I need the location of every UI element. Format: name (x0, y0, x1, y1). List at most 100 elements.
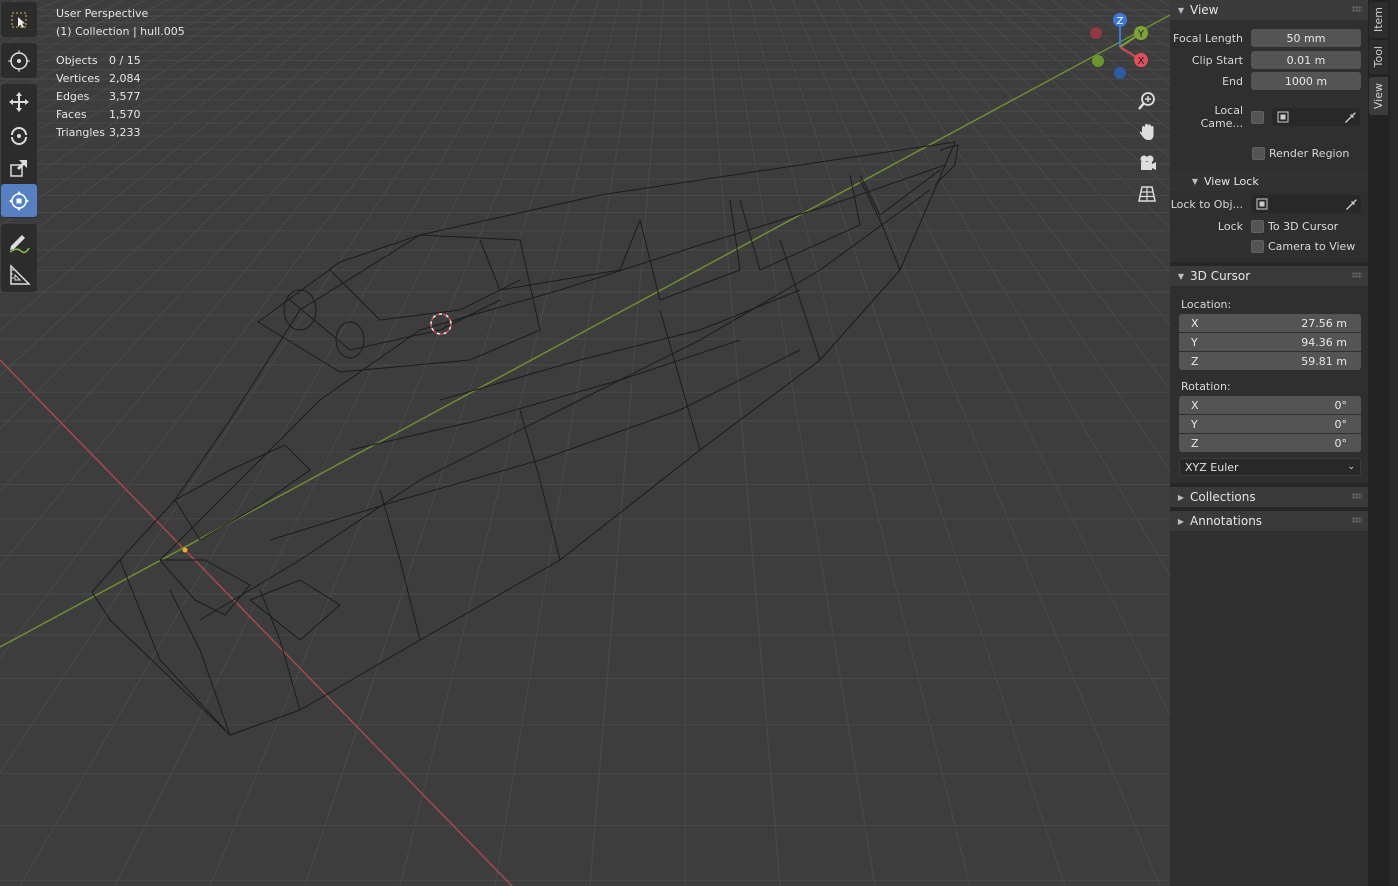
lock-to-3d-cursor-label: To 3D Cursor (1268, 219, 1339, 233)
measure-ruler-icon (10, 263, 31, 285)
eyedropper-icon[interactable] (1343, 197, 1357, 211)
scale-icon (10, 159, 27, 177)
location-y-field[interactable]: Y 94.36 m (1179, 333, 1361, 351)
expand-triangle-icon: ▼ (1191, 176, 1199, 186)
drag-grip-icon[interactable] (1352, 272, 1362, 278)
axis-label: Z (1191, 436, 1199, 450)
axis-value: 0° (1334, 398, 1348, 412)
clip-end-label: End (1222, 74, 1243, 88)
tool-shelf (0, 0, 38, 298)
eyedropper-icon[interactable] (1342, 110, 1356, 124)
cursor-icon (8, 49, 30, 72)
rotation-y-field[interactable]: Y 0° (1179, 415, 1361, 433)
3d-cursor-panel-body: Location: X 27.56 m Y 94.36 m Z 59.81 m Rot… (1170, 286, 1368, 483)
panel-title: Annotations (1190, 514, 1263, 528)
grid-perspective-icon (1138, 186, 1156, 202)
location-z-field[interactable]: Z 59.81 m (1179, 352, 1361, 370)
collections-panel-header[interactable]: ▶ Collections (1170, 487, 1368, 507)
tab-item-label: Item (1372, 7, 1385, 33)
location-label: Location: (1181, 297, 1232, 311)
stat-label: Vertices (56, 72, 100, 85)
gizmo-neg-z-handle[interactable] (1114, 67, 1126, 79)
lock-to-object-field[interactable] (1251, 195, 1361, 213)
measure-tool[interactable] (1, 258, 37, 291)
perspective-toggle-button[interactable] (1134, 181, 1160, 207)
clip-start-field[interactable]: 0.01 m (1251, 51, 1361, 69)
3d-cursor-panel-header[interactable]: ▼ 3D Cursor (1170, 266, 1368, 286)
zoom-button[interactable] (1134, 88, 1160, 114)
annotations-panel-header[interactable]: ▶ Annotations (1170, 511, 1368, 531)
gizmo-neg-y-handle[interactable] (1092, 55, 1104, 67)
scene-statistics: Objects 0 / 15 Vertices 2,084 Edges 3,577 F… (56, 52, 185, 142)
view-panel-body: Focal Length 50 mm Clip Start 0.01 m End… (1170, 20, 1368, 171)
stat-label: Edges (56, 90, 90, 103)
move-tool[interactable] (1, 85, 37, 118)
axis-value: 0° (1334, 417, 1348, 431)
annotate-tool[interactable] (1, 225, 37, 258)
view-lock-panel-header[interactable]: ▼ View Lock (1170, 171, 1368, 191)
stat-row: Triangles 3,233 (56, 124, 185, 142)
lock-to-3d-cursor-checkbox[interactable] (1251, 219, 1264, 233)
tab-view[interactable]: View (1369, 77, 1388, 115)
pan-button[interactable] (1134, 119, 1160, 145)
drag-grip-icon[interactable] (1352, 493, 1362, 499)
scale-tool[interactable] (1, 151, 37, 184)
transform-icon (9, 190, 29, 211)
viewport-info-overlay: User Perspective (1) Collection | hull.0… (56, 5, 185, 142)
location-x-field[interactable]: X 27.56 m (1179, 314, 1361, 332)
rotation-x-field[interactable]: X 0° (1179, 396, 1361, 414)
clip-start-label: Clip Start (1191, 53, 1243, 67)
panel-title: 3D Cursor (1190, 269, 1251, 283)
rotate-tool[interactable] (1, 118, 37, 151)
drag-grip-icon[interactable] (1352, 6, 1362, 12)
rotate-icon (11, 126, 27, 145)
stat-value: 0 / 15 (109, 54, 141, 67)
rotation-mode-value: XYZ Euler (1185, 460, 1239, 474)
axis-label: Y (1191, 417, 1198, 431)
camera-to-view-checkbox[interactable] (1251, 239, 1264, 253)
rotation-z-field[interactable]: Z 0° (1179, 434, 1361, 452)
navigation-gizmo[interactable]: Z Y X (1086, 10, 1156, 82)
drag-grip-icon[interactable] (1352, 517, 1362, 523)
sidebar-tabs: Item Tool View (1368, 0, 1390, 886)
annotate-pencil-icon (9, 234, 30, 253)
camera-view-button[interactable] (1134, 150, 1160, 176)
tab-item[interactable]: Item (1369, 2, 1388, 38)
gizmo-y-label: Y (1137, 29, 1145, 40)
x-axis-line (0, 359, 513, 886)
object-origin-dot (182, 547, 188, 553)
transform-tool[interactable] (1, 184, 37, 217)
collapsed-triangle-icon: ▶ (1177, 492, 1185, 502)
viewport-scene[interactable] (0, 0, 1370, 886)
local-camera-checkbox[interactable] (1251, 110, 1264, 124)
axis-label: Y (1191, 335, 1198, 349)
gizmo-z-label: Z (1117, 16, 1124, 27)
stat-row: Objects 0 / 15 (56, 52, 185, 70)
3d-viewport[interactable]: User Perspective (1) Collection | hull.0… (0, 0, 1370, 886)
axis-label: Z (1191, 354, 1199, 368)
stat-value: 2,084 (109, 72, 141, 85)
collection-info: (1) Collection | hull.005 (56, 25, 185, 38)
lock-label: Lock (1217, 219, 1243, 233)
local-camera-object-field[interactable] (1272, 108, 1360, 126)
view-panel-header[interactable]: ▼ View (1170, 0, 1368, 20)
expand-triangle-icon: ▼ (1177, 5, 1185, 15)
clip-end-field[interactable]: 1000 m (1251, 72, 1361, 90)
object-icon (1256, 198, 1268, 210)
local-camera-label: Local Came... (1200, 104, 1243, 130)
render-region-checkbox[interactable] (1252, 146, 1265, 160)
stat-row: Vertices 2,084 (56, 70, 185, 88)
cursor-tool[interactable] (1, 44, 37, 77)
tab-view-label: View (1372, 82, 1385, 110)
camera-to-view-label: Camera to View (1268, 239, 1356, 253)
camera-icon (1140, 155, 1156, 170)
focal-length-field[interactable]: 50 mm (1251, 29, 1361, 47)
gizmo-neg-x-handle[interactable] (1090, 27, 1102, 39)
axis-label: X (1191, 316, 1199, 330)
select-box-tool[interactable] (1, 3, 37, 36)
stat-row: Edges 3,577 (56, 88, 185, 106)
tab-tool[interactable]: Tool (1369, 40, 1388, 74)
focal-length-label: Focal Length (1173, 31, 1243, 45)
chevron-down-icon: ⌄ (1347, 462, 1355, 472)
rotation-mode-dropdown[interactable]: XYZ Euler ⌄ (1179, 458, 1361, 476)
